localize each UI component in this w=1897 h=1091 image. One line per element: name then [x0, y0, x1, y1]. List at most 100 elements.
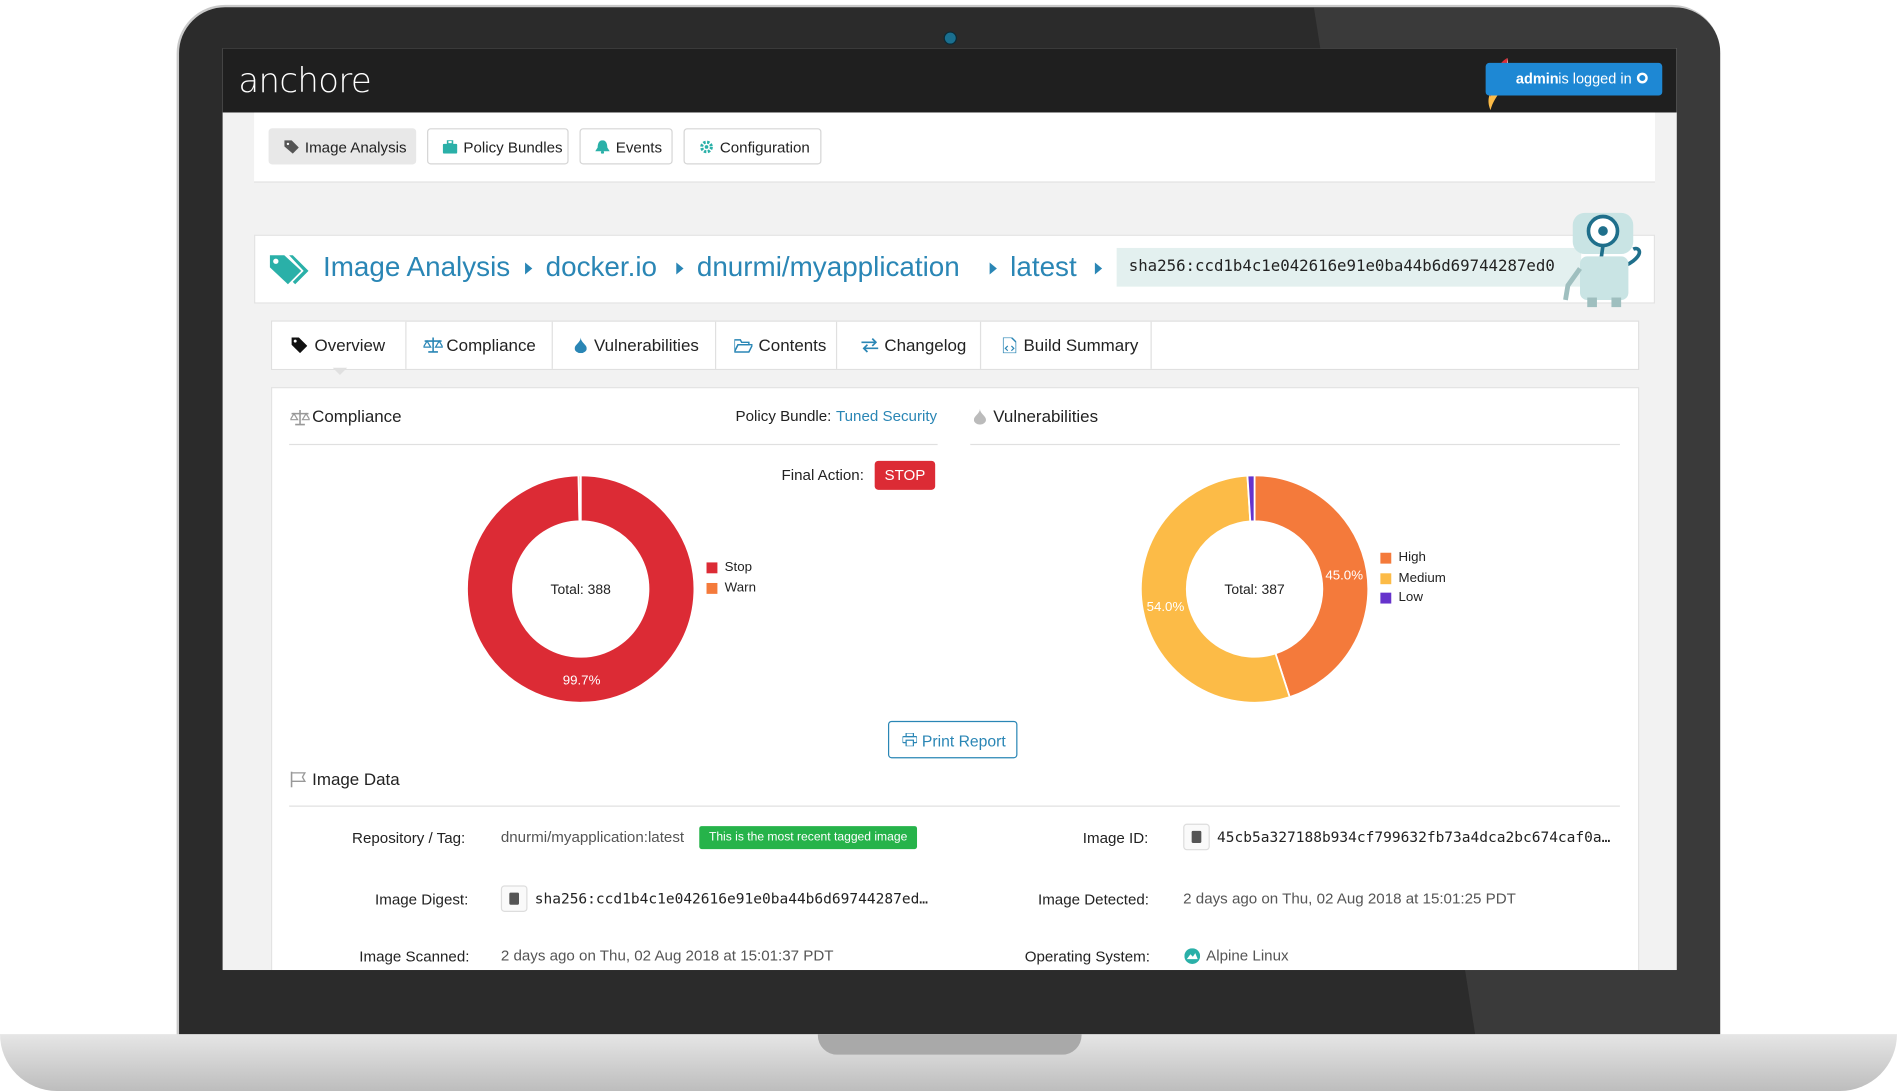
legend-item-high[interactable]: High	[1380, 548, 1445, 568]
image-id-value: 45cb5a327188b934cf799632fb73a4dca2bc674c…	[1217, 828, 1611, 846]
tab-label: Contents	[758, 335, 827, 355]
top-bar: anchore admin is logged in	[222, 48, 1677, 113]
donut-slice-warn[interactable]	[577, 474, 582, 523]
print-report-button[interactable]: Print Report	[887, 720, 1018, 759]
nav-configuration[interactable]: Configuration	[683, 128, 822, 165]
image-scanned-value: 2 days ago on Thu, 02 Aug 2018 at 15:01:…	[500, 947, 834, 964]
balance-scale-icon	[290, 410, 310, 426]
clipboard-icon	[509, 892, 520, 905]
user-circle-icon	[1636, 72, 1648, 84]
laptop-notch	[817, 1034, 1082, 1055]
legend-swatch	[1380, 572, 1392, 584]
breadcrumb-image-analysis[interactable]: Image Analysis	[323, 250, 510, 283]
image-digest-value: sha256:ccd1b4c1e042616e91e0ba44b6d697442…	[534, 890, 929, 908]
legend-label: High	[1398, 550, 1426, 565]
exchange-icon	[861, 338, 879, 353]
legend-label: Stop	[724, 559, 753, 575]
recent-tag-badge: This is the most recent tagged image	[699, 826, 918, 850]
nav-label: Events	[615, 139, 663, 157]
nav-label: Policy Bundles	[463, 139, 563, 157]
legend-swatch	[706, 562, 718, 574]
tab-compliance[interactable]: Compliance	[406, 321, 553, 369]
nav-image-analysis[interactable]: Image Analysis	[268, 128, 417, 165]
webcam	[943, 31, 957, 45]
policy-bundle-link[interactable]: Tuned Security	[836, 408, 937, 425]
image-id-label: Image ID:	[1082, 829, 1149, 847]
app-screen: anchore admin is logged in Image Analysi…	[222, 48, 1677, 971]
image-data-title: Image Data	[312, 769, 400, 789]
nav-label: Image Analysis	[304, 139, 407, 157]
image-detected-value: 2 days ago on Thu, 02 Aug 2018 at 15:01:…	[1183, 890, 1516, 908]
tab-label: Changelog	[884, 335, 967, 355]
breadcrumb-tag[interactable]: latest	[1010, 250, 1077, 283]
app-logo[interactable]: anchore	[238, 60, 371, 100]
operating-system-value: Alpine Linux	[1206, 947, 1289, 964]
nav-label: Configuration	[719, 139, 810, 157]
vulnerabilities-donut-chart: 45.0% 54.0% Total: 387	[1140, 474, 1370, 704]
user-menu-button[interactable]: admin is logged in	[1485, 62, 1663, 96]
donut-center-label: Total: 388	[551, 581, 612, 597]
tags-icon	[269, 255, 309, 285]
legend-item-warn[interactable]: Warn	[706, 578, 756, 598]
tags-icon	[284, 140, 299, 154]
legend-label: Low	[1398, 590, 1423, 605]
legend-label: Warn	[724, 579, 756, 595]
nav-events[interactable]: Events	[579, 128, 673, 165]
tab-contents[interactable]: Contents	[716, 321, 838, 369]
legend-swatch	[1380, 592, 1392, 604]
donut-data-label: 99.7%	[563, 673, 601, 688]
overview-panel: Compliance Policy Bundle: Tuned Security…	[270, 387, 1640, 971]
username: admin	[1515, 70, 1559, 88]
main-nav: Image Analysis Policy Bundles Events Con…	[254, 112, 1656, 183]
tab-label: Overview	[314, 335, 386, 355]
divider	[289, 443, 938, 446]
tab-build-summary[interactable]: Build Summary	[981, 321, 1152, 369]
print-label: Print Report	[921, 731, 1006, 750]
tag-icon	[291, 337, 308, 354]
repo-tag-value: dnurmi/myapplication:latest	[500, 828, 685, 846]
balance-scale-icon	[423, 337, 443, 353]
legend-item-medium[interactable]: Medium	[1380, 568, 1446, 588]
breadcrumb-separator-icon	[989, 262, 997, 275]
tab-bar: Overview Compliance Vulnerabilities Cont…	[270, 320, 1640, 371]
nav-policy-bundles[interactable]: Policy Bundles	[427, 128, 569, 165]
donut-center-label: Total: 387	[1224, 581, 1285, 597]
legend-item-stop[interactable]: Stop	[706, 558, 756, 578]
breadcrumb-registry[interactable]: docker.io	[546, 250, 657, 283]
breadcrumb: Image Analysis docker.io dnurmi/myapplic…	[254, 234, 1656, 304]
compliance-legend: Stop Warn	[706, 558, 756, 598]
copy-digest-button[interactable]	[500, 885, 528, 912]
vulnerabilities-legend: High Medium Low	[1380, 548, 1446, 608]
breadcrumb-separator-icon	[676, 262, 684, 275]
repo-tag-label: Repository / Tag:	[352, 829, 466, 847]
briefcase-icon	[442, 140, 458, 154]
drop-icon	[973, 408, 986, 425]
legend-item-low[interactable]: Low	[1380, 588, 1445, 608]
flag-icon	[290, 771, 307, 788]
image-digest-crumb[interactable]: sha256:ccd1b4c1e042616e91e0ba44b6d697442…	[1116, 247, 1582, 287]
bell-icon	[595, 140, 610, 154]
clipboard-icon	[1191, 830, 1202, 844]
copy-image-id-button[interactable]	[1183, 823, 1210, 851]
final-action-badge: STOP	[874, 460, 936, 490]
tab-label: Build Summary	[1023, 335, 1139, 355]
breadcrumb-separator-icon	[1094, 262, 1103, 275]
vulnerabilities-title: Vulnerabilities	[993, 406, 1099, 426]
legend-swatch	[1380, 552, 1392, 564]
tab-label: Vulnerabilities	[594, 335, 699, 355]
folder-open-icon	[734, 339, 753, 353]
gear-icon	[700, 140, 713, 154]
drop-icon	[574, 337, 587, 354]
tab-changelog[interactable]: Changelog	[837, 321, 982, 369]
alpine-linux-icon	[1184, 948, 1201, 964]
tab-overview[interactable]: Overview	[272, 321, 407, 369]
print-icon	[902, 732, 918, 747]
image-digest-label: Image Digest:	[375, 891, 469, 909]
final-action-label: Final Action:	[781, 466, 864, 484]
breadcrumb-repository[interactable]: dnurmi/myapplication	[697, 250, 960, 283]
legend-swatch	[706, 582, 718, 594]
divider	[289, 805, 1620, 807]
tab-vulnerabilities[interactable]: Vulnerabilities	[553, 321, 717, 369]
donut-data-label: 45.0%	[1325, 568, 1363, 583]
image-detected-label: Image Detected:	[1038, 891, 1149, 909]
